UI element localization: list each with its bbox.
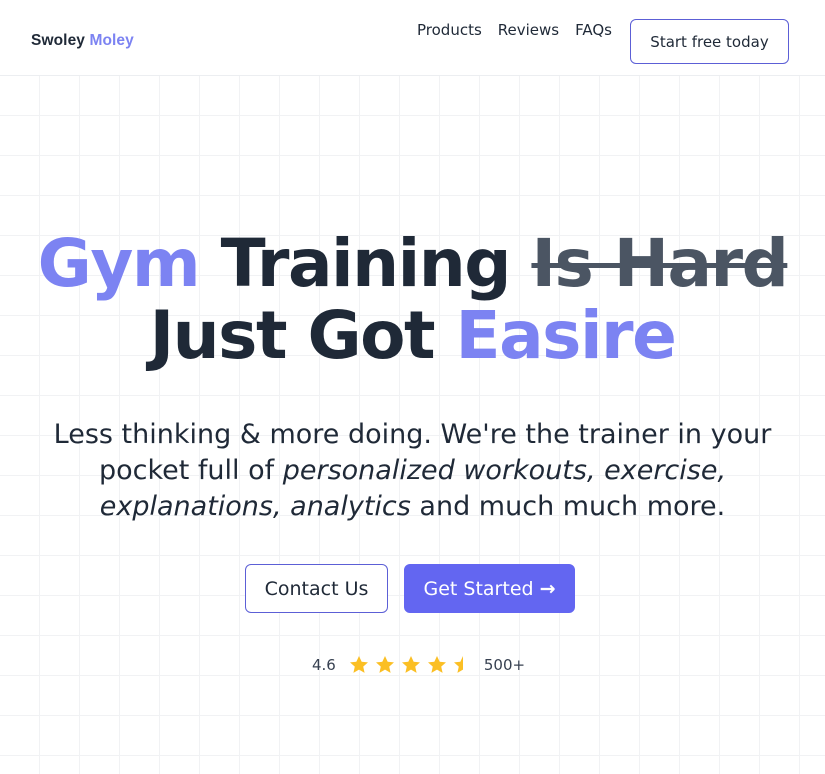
nav-link-faqs[interactable]: FAQs	[575, 21, 612, 39]
get-started-label: Get Started	[423, 577, 534, 600]
headline-word: Training	[220, 225, 512, 302]
headline-strikethrough: Is Hard	[531, 225, 788, 302]
headline-accent-word: Gym	[37, 225, 201, 302]
arrow-right-icon: →	[539, 577, 556, 600]
get-started-button[interactable]: Get Started →	[404, 564, 575, 613]
star-full-icon	[427, 656, 446, 673]
contact-us-button[interactable]: Contact Us	[245, 564, 388, 613]
start-free-button[interactable]: Start free today	[630, 19, 789, 64]
star-full-icon	[349, 656, 368, 673]
headline-words: Just Got	[149, 297, 436, 374]
rating-stars	[348, 654, 474, 676]
headline-line-1: Gym Training Is Hard	[0, 228, 825, 300]
nav-link-products[interactable]: Products	[417, 21, 482, 39]
star-full-icon	[401, 656, 420, 673]
brand-logo[interactable]: Swoley Moley	[31, 32, 134, 50]
navbar: Swoley Moley Products Reviews FAQs Start…	[0, 0, 825, 76]
star-full-icon	[375, 656, 394, 673]
contact-us-label: Contact Us	[264, 577, 369, 600]
rating-bar: 4.6 500+	[312, 654, 525, 676]
nav-link-reviews[interactable]: Reviews	[498, 21, 559, 39]
headline-line-2: Just Got Easire	[0, 300, 825, 372]
hero-subheading: Less thinking & more doing. We're the tr…	[30, 417, 795, 525]
brand-name-part2: Moley	[89, 32, 134, 49]
brand-name-part1: Swoley	[31, 32, 86, 49]
star-half-icon	[453, 656, 463, 673]
rating-count: 500+	[483, 656, 526, 674]
subheading-text-2: and much much more.	[410, 491, 726, 522]
rating-score: 4.6	[312, 656, 336, 674]
nav-links: Products Reviews FAQs	[417, 21, 612, 39]
hero-headline: Gym Training Is Hard Just Got Easire	[0, 228, 825, 372]
headline-accent-word-2: Easire	[455, 297, 677, 374]
